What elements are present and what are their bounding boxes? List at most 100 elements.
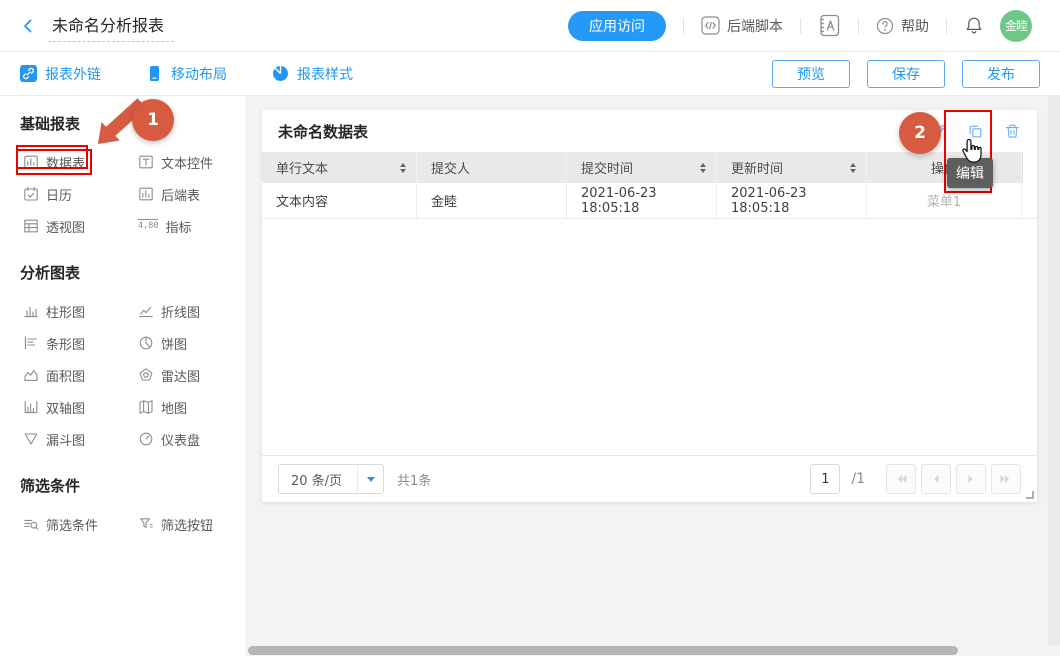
table-cell: 2021-06-23 18:05:18 [717,183,867,218]
sidebar-item-column-chart[interactable]: 柱形图 [20,302,88,320]
sidebar-item-bar-chart[interactable]: 条形图 [20,334,88,352]
page-size-select[interactable]: 20 条/页 [278,464,384,494]
edit-icon [930,123,947,139]
backend-script-button[interactable]: 后端脚本 [701,16,783,36]
column-chart-icon [23,303,39,319]
table-empty-area [262,219,1037,455]
sidebar-item-indicator[interactable]: 4,80指标 [135,217,195,235]
prev-page-button[interactable] [921,464,951,494]
save-button[interactable]: 保存 [867,60,945,88]
pager-buttons [881,464,1021,494]
avatar[interactable]: 金睦 [1000,10,1032,42]
sidebar-section-items: 筛选条件 筛选按钮 [20,515,246,533]
pagination-bar: 20 条/页 共1条 1 /1 [262,455,1037,502]
style-icon [272,66,289,82]
last-page-icon [998,471,1014,487]
data-table-widget[interactable]: 未命名数据表 单行文本 提交人 提交时间更新时间操作 文本内容金睦2021-06-2… [262,110,1037,502]
pivot-icon [23,218,39,234]
bar-chart-icon [23,335,39,351]
sidebar-item-label: 漏斗图 [46,430,85,449]
preview-button[interactable]: 预览 [772,60,850,88]
sidebar-item-map[interactable]: 地图 [135,398,190,416]
next-page-button[interactable] [956,464,986,494]
column-header[interactable]: 更新时间 [717,152,867,183]
edit-button[interactable] [930,123,947,139]
column-header[interactable]: 操作 [867,152,1022,183]
sidebar-item-filter-condition[interactable]: 筛选条件 [20,515,101,533]
column-header-label: 单行文本 [276,158,328,177]
table-header: 单行文本 提交人 提交时间更新时间操作 [262,152,1037,183]
toolbar-link-style[interactable]: 报表样式 [272,64,353,84]
header-actions: 应用访问 后端脚本 帮助 金睦 [568,10,1032,42]
copy-button[interactable] [967,123,984,139]
column-header[interactable]: 单行文本 [262,152,417,183]
column-header[interactable]: 提交人 [417,152,567,183]
sidebar-item-label: 饼图 [161,334,187,353]
sidebar-item-line-chart[interactable]: 折线图 [135,302,203,320]
sidebar-item-dual-axis[interactable]: 双轴图 [20,398,88,416]
column-header-label: 提交人 [431,158,470,177]
page-number-input[interactable]: 1 [810,464,840,494]
sort-icon[interactable] [400,163,406,173]
delete-icon [1004,123,1021,139]
toolbar-buttons: 预览保存发布 [755,60,1040,88]
toolbar-link-mobile[interactable]: 移动布局 [146,64,227,84]
sort-icon[interactable] [850,163,856,173]
column-header[interactable]: 提交时间 [567,152,717,183]
report-title[interactable]: 未命名分析报表 [48,10,174,42]
table-row[interactable]: 文本内容金睦2021-06-23 18:05:182021-06-23 18:0… [262,183,1037,219]
app-access-button[interactable]: 应用访问 [568,11,666,41]
delete-button[interactable] [1004,123,1021,139]
back-button[interactable] [16,14,40,38]
notifications-button[interactable] [964,18,984,34]
line-chart-icon [138,303,154,319]
resize-handle[interactable] [1026,491,1034,499]
help-label: 帮助 [901,16,929,36]
publish-button[interactable]: 发布 [962,60,1040,88]
calendar-icon [23,186,39,202]
help-button[interactable]: 帮助 [876,16,929,36]
sidebar-item-backend-table[interactable]: 后端表 [135,185,203,203]
first-page-icon [893,471,909,487]
sidebar-item-label: 条形图 [46,334,85,353]
toolbar-link-label: 报表样式 [297,64,353,84]
sidebar-item-data-table[interactable]: 数据表 [20,153,88,171]
sidebar-item-label: 仪表盘 [161,430,200,449]
area-chart-icon [23,367,39,383]
chevron-down-icon [357,465,383,493]
sidebar-item-label: 文本控件 [161,153,213,172]
text-widget-icon [138,154,154,170]
sidebar-item-filter-button[interactable]: 筛选按钮 [135,515,216,533]
sidebar-item-gauge[interactable]: 仪表盘 [135,430,203,448]
page-body: 基础报表数据表文本控件日历后端表透视图4,80指标分析图表柱形图折线图条形图饼图… [0,96,1060,656]
sidebar-item-radar-chart[interactable]: 雷达图 [135,366,203,384]
widget-header: 未命名数据表 [262,110,1037,152]
sort-icon[interactable] [700,163,706,173]
sidebar-section-title: 筛选条件 [20,475,246,496]
sidebar-item-area-chart[interactable]: 面积图 [20,366,88,384]
sidebar-section-title: 分析图表 [20,262,246,283]
translate-icon [818,18,841,34]
sidebar-item-funnel-chart[interactable]: 漏斗图 [20,430,88,448]
vertical-scrollbar[interactable] [1048,96,1060,645]
first-page-button[interactable] [886,464,916,494]
sidebar-item-label: 后端表 [161,185,200,204]
widget-actions [930,123,1021,139]
last-page-button[interactable] [991,464,1021,494]
scrollbar-thumb[interactable] [248,646,958,655]
divider [683,18,684,34]
sidebar-item-label: 地图 [161,398,187,417]
sidebar-item-calendar[interactable]: 日历 [20,185,75,203]
sidebar-item-pie-chart[interactable]: 饼图 [135,334,190,352]
horizontal-scrollbar[interactable] [247,645,1048,656]
sidebar-item-pivot[interactable]: 透视图 [20,217,88,235]
filter-button-icon [138,516,154,532]
sidebar-item-text-widget[interactable]: 文本控件 [135,153,216,171]
gauge-icon [138,431,154,447]
table-cell: 2021-06-23 18:05:18 [567,183,717,218]
translate-button[interactable] [818,18,841,34]
toolbar-link-link[interactable]: 报表外链 [20,64,101,84]
prev-page-icon [928,471,944,487]
report-toolbar: 报表外链 移动布局 报表样式 预览保存发布 [0,52,1060,96]
pie-chart-icon [138,335,154,351]
